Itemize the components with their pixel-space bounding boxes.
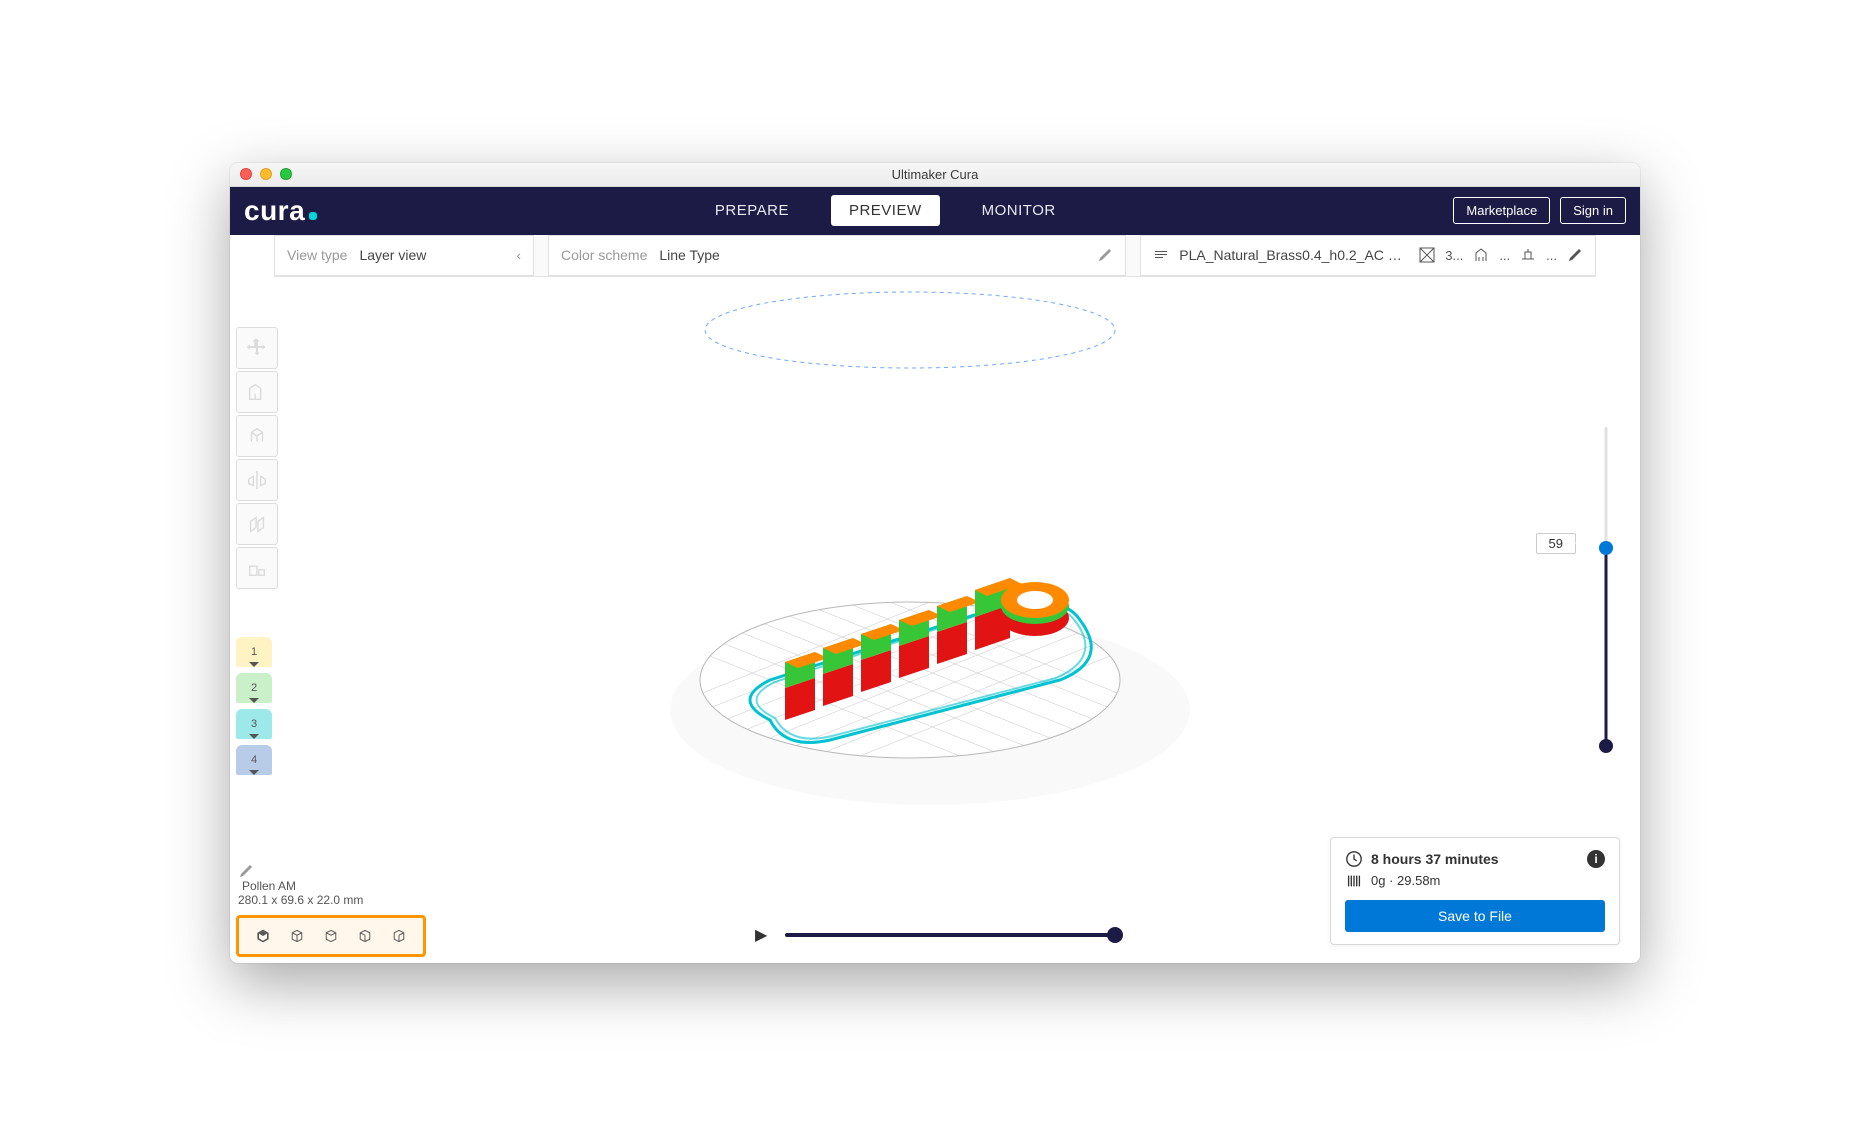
window-controls — [240, 168, 292, 180]
camera-top-button[interactable] — [317, 922, 345, 950]
print-time-value: 8 hours 37 minutes — [1371, 851, 1499, 867]
extruder-chip-2[interactable]: 2 — [236, 673, 272, 703]
color-scheme-dropdown[interactable]: Color scheme Line Type — [548, 235, 1126, 276]
support-blocker-tool-button[interactable] — [236, 547, 278, 589]
per-model-tool-button[interactable] — [236, 503, 278, 545]
infill-value: 3... — [1445, 248, 1463, 263]
save-to-file-button[interactable]: Save to File — [1345, 900, 1605, 932]
chevron-left-icon: ‹ — [516, 247, 521, 263]
extruder-chip-3[interactable]: 3 — [236, 709, 272, 739]
minimize-window-button[interactable] — [260, 168, 272, 180]
scale-tool-button[interactable] — [236, 371, 278, 413]
simulation-knob[interactable] — [1107, 927, 1123, 943]
selected-model-info: Pollen AM 280.1 x 69.6 x 22.0 mm — [238, 863, 363, 907]
profile-name: PLA_Natural_Brass0.4_h0.2_AC 0.... — [1179, 247, 1409, 263]
app-header: cura PREPARE PREVIEW MONITOR Marketplace… — [230, 187, 1640, 235]
adhesion-icon — [1520, 247, 1536, 263]
app-window: Ultimaker Cura cura PREPARE PREVIEW MONI… — [230, 163, 1640, 963]
simulation-track[interactable] — [785, 933, 1115, 937]
color-scheme-value: Line Type — [659, 247, 719, 263]
fullscreen-window-button[interactable] — [280, 168, 292, 180]
material-usage-value: 0g · 29.58m — [1371, 873, 1440, 888]
extruder-selector: 1 2 3 4 — [236, 637, 272, 775]
camera-iso-button[interactable] — [249, 922, 277, 950]
pencil-icon — [1567, 247, 1583, 263]
layer-slider-top-knob[interactable] — [1599, 541, 1613, 555]
clock-icon — [1345, 850, 1363, 868]
rotate-tool-button[interactable] — [236, 415, 278, 457]
pencil-icon[interactable] — [238, 863, 363, 879]
window-title: Ultimaker Cura — [230, 167, 1640, 182]
layer-slider[interactable]: 59 — [1596, 427, 1616, 747]
marketplace-button[interactable]: Marketplace — [1453, 197, 1550, 224]
print-info-panel: 8 hours 37 minutes i 0g · 29.58m Save to… — [1330, 837, 1620, 945]
camera-right-button[interactable] — [385, 922, 413, 950]
camera-left-button[interactable] — [351, 922, 379, 950]
profile-icon — [1153, 247, 1169, 263]
transform-toolbar — [236, 327, 278, 589]
logo-accent-icon — [309, 212, 317, 220]
logo-text: cura — [244, 195, 305, 227]
view-settings-bar: View type Layer view ‹ Color scheme Line… — [274, 235, 1596, 277]
header-actions: Marketplace Sign in — [1453, 197, 1626, 224]
material-icon — [1345, 872, 1363, 890]
tab-preview[interactable]: PREVIEW — [831, 195, 940, 226]
viewport-3d[interactable]: 1 2 3 4 Pollen AM 280.1 x 69.6 x 22.0 mm… — [230, 277, 1640, 963]
view-type-label: View type — [287, 247, 347, 263]
infill-icon — [1419, 247, 1435, 263]
camera-front-button[interactable] — [283, 922, 311, 950]
ellipsis-1: ... — [1499, 248, 1510, 263]
model-name: Pollen AM — [242, 879, 296, 893]
move-tool-button[interactable] — [236, 327, 278, 369]
view-type-value: Layer view — [359, 247, 426, 263]
extruder-chip-1[interactable]: 1 — [236, 637, 272, 667]
model-dimensions: 280.1 x 69.6 x 22.0 mm — [238, 893, 363, 907]
tab-prepare[interactable]: PREPARE — [697, 195, 807, 226]
play-icon[interactable]: ▶ — [755, 925, 767, 945]
macos-titlebar: Ultimaker Cura — [230, 163, 1640, 187]
profile-summary-icons: 3... ... ... — [1419, 247, 1583, 263]
pencil-icon — [1097, 247, 1113, 263]
extruder-chip-4[interactable]: 4 — [236, 745, 272, 775]
stage-tabs: PREPARE PREVIEW MONITOR — [697, 195, 1074, 226]
close-window-button[interactable] — [240, 168, 252, 180]
app-logo: cura — [244, 195, 317, 227]
tab-monitor[interactable]: MONITOR — [964, 195, 1074, 226]
print-settings-dropdown[interactable]: PLA_Natural_Brass0.4_h0.2_AC 0.... 3... … — [1140, 235, 1596, 276]
mirror-tool-button[interactable] — [236, 459, 278, 501]
info-icon[interactable]: i — [1587, 850, 1605, 868]
layer-number-label: 59 — [1536, 533, 1576, 554]
simulation-slider[interactable]: ▶ — [755, 925, 1115, 945]
view-type-dropdown[interactable]: View type Layer view ‹ — [274, 235, 534, 276]
color-scheme-label: Color scheme — [561, 247, 647, 263]
layer-slider-bottom-knob[interactable] — [1599, 739, 1613, 753]
ellipsis-2: ... — [1546, 248, 1557, 263]
sign-in-button[interactable]: Sign in — [1560, 197, 1626, 224]
support-icon — [1473, 247, 1489, 263]
camera-views-toolbar — [236, 915, 426, 957]
